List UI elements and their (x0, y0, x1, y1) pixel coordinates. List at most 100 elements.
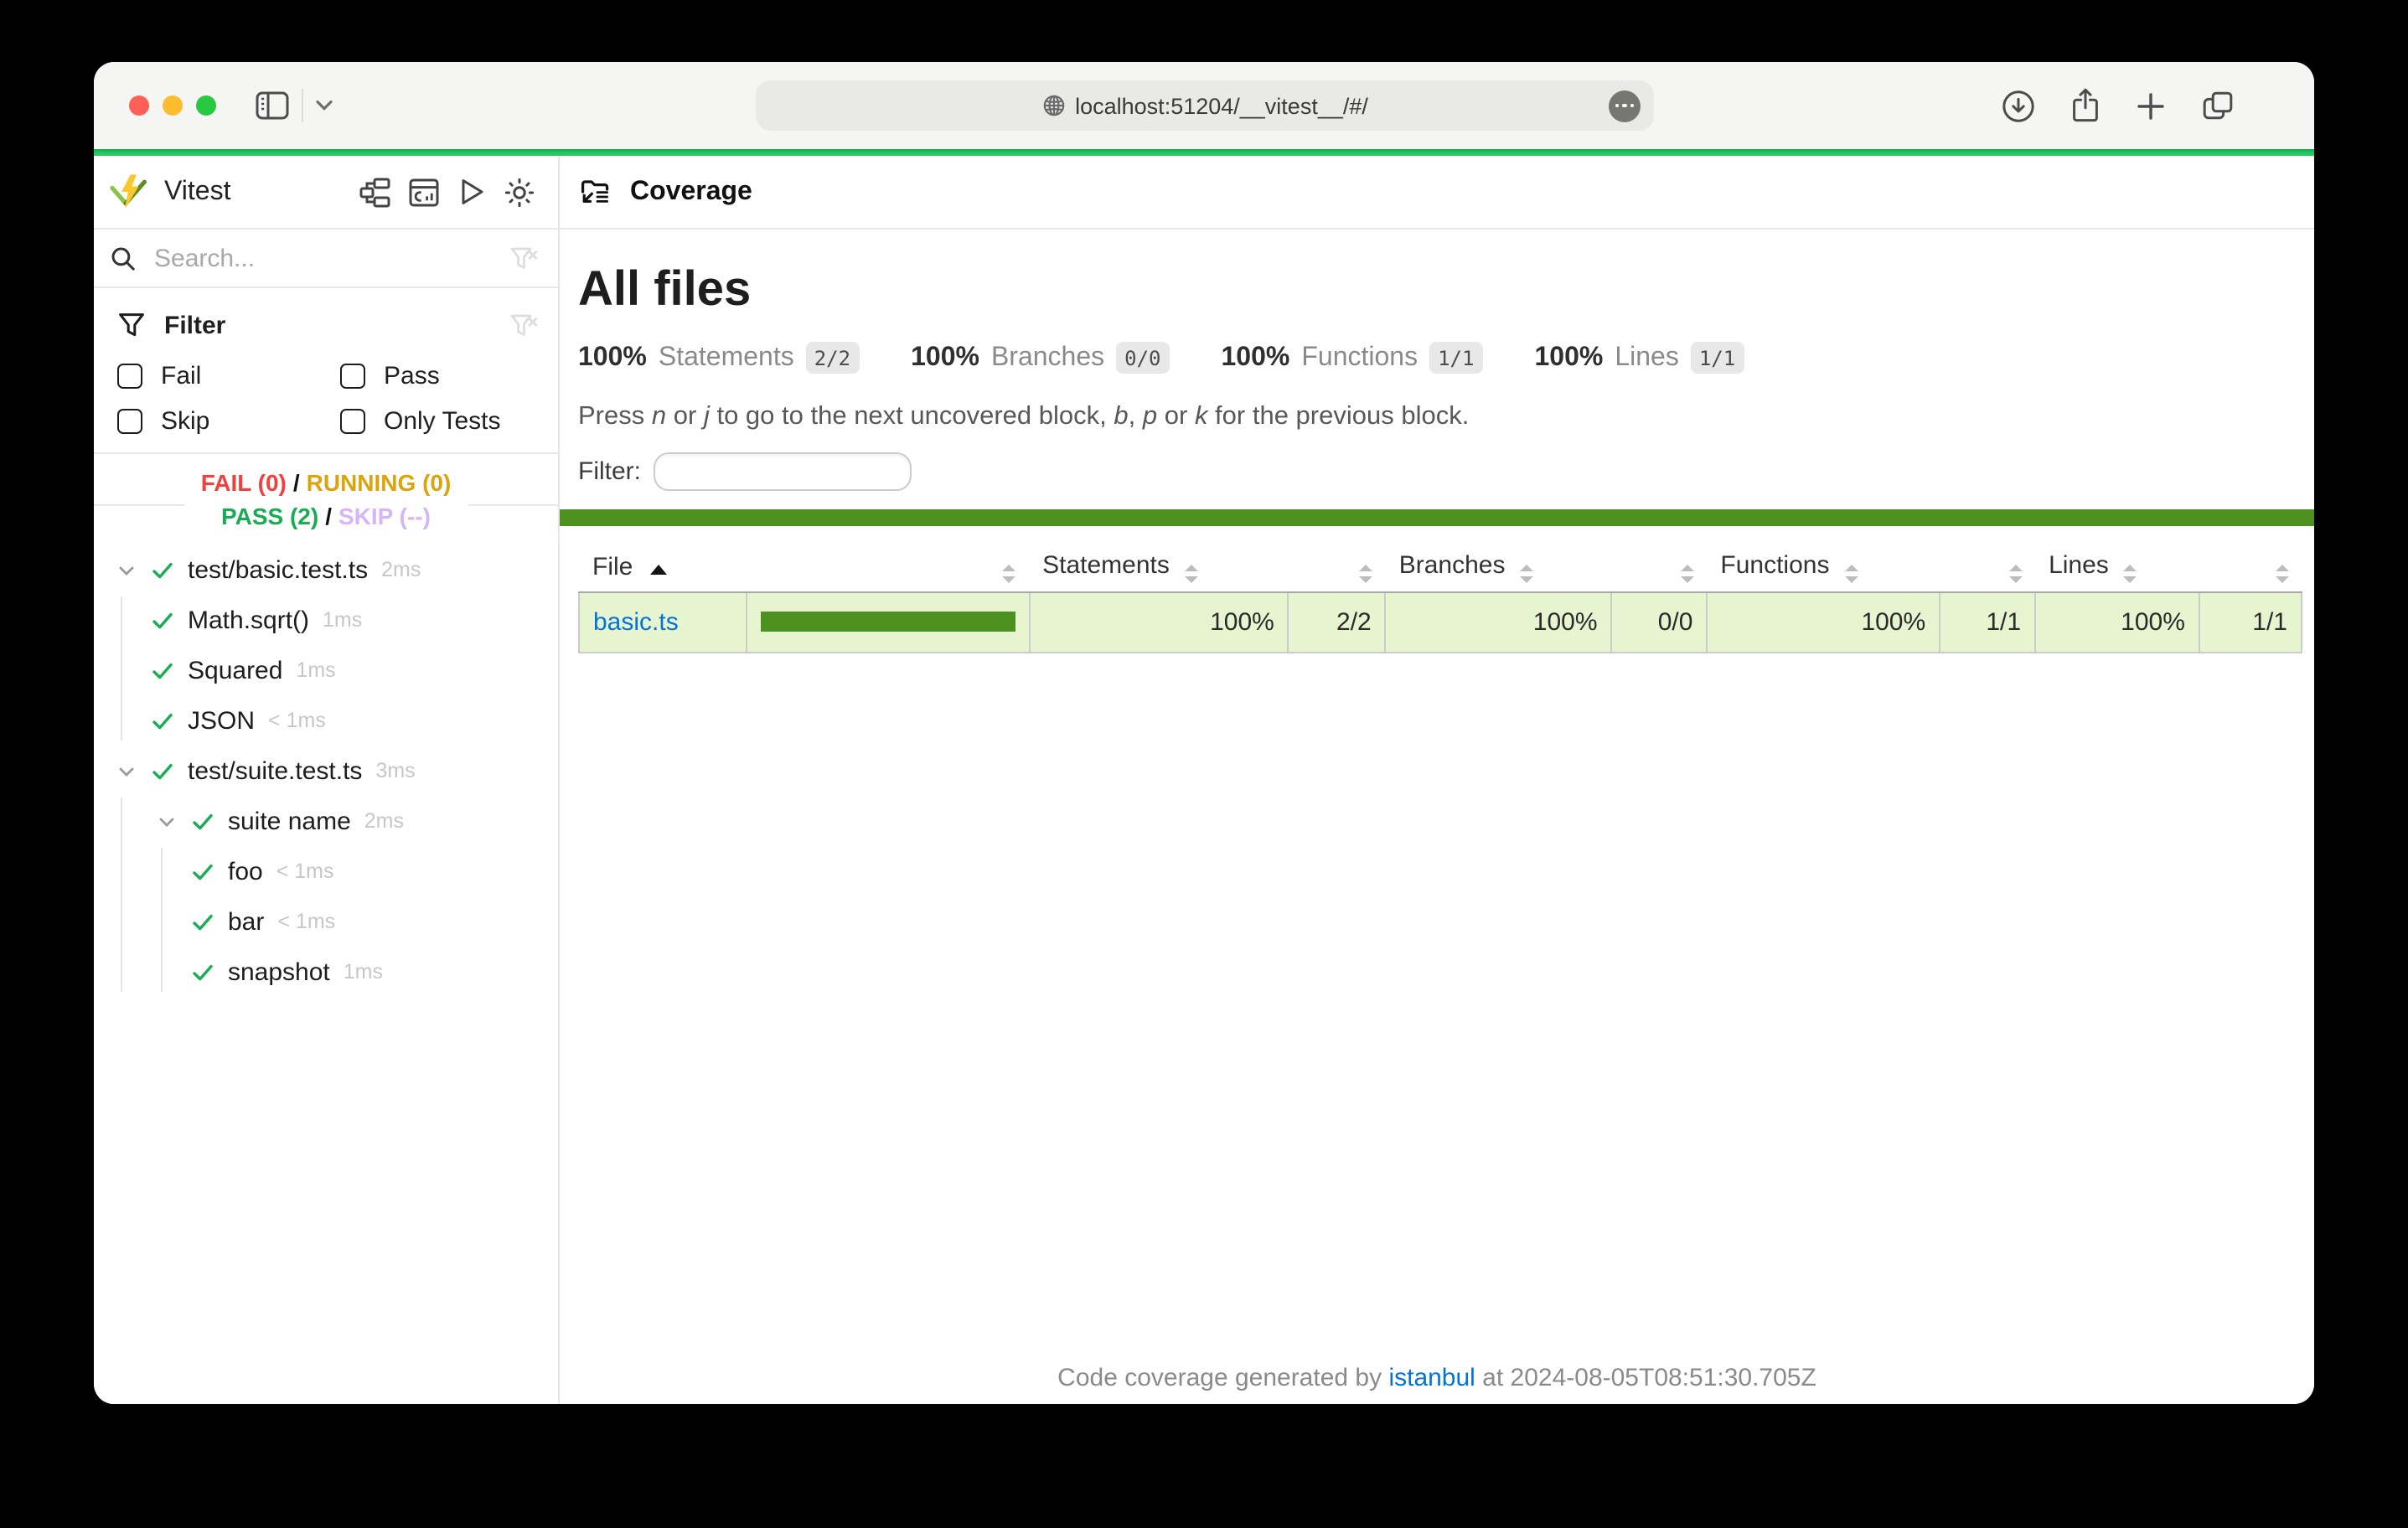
tree-item-duration: 3ms (375, 759, 415, 782)
tree-item-label: test/basic.test.ts (188, 555, 368, 584)
share-icon[interactable] (2070, 87, 2101, 124)
tree-item-file[interactable]: test/suite.test.ts 3ms (94, 746, 558, 796)
checkbox-icon (117, 409, 142, 434)
column-header-file[interactable]: File (579, 543, 747, 591)
stat-percentage: 100% (911, 343, 979, 373)
column-header-branches-fraction[interactable] (1612, 543, 1708, 591)
test-progress-bar (94, 149, 2314, 156)
tree-item-duration: 2ms (364, 809, 404, 833)
chevron-down-icon[interactable] (156, 810, 178, 832)
search-bar (94, 230, 558, 288)
zoom-window-button[interactable] (196, 96, 216, 116)
table-header-row: File Statements Branches Functions Lines (579, 543, 2302, 591)
lines-fraction-cell: 1/1 (2199, 591, 2302, 652)
keyboard-hint: Press n or j to go to the next uncovered… (578, 402, 2314, 432)
coverage-status-bar (560, 509, 2314, 526)
table-row: basic.ts 100% 2/2 100% 0/0 100% 1/1 100%… (579, 591, 2302, 652)
lines-pct-cell: 100% (2035, 591, 2199, 652)
column-header-lines[interactable]: Lines (2035, 543, 2199, 591)
download-icon[interactable] (2001, 88, 2036, 123)
checkbox-label: Fail (161, 362, 201, 390)
search-input[interactable] (151, 242, 496, 274)
vitest-logo-icon (109, 173, 147, 211)
tree-item-test[interactable]: JSON < 1ms (94, 695, 558, 746)
chevron-down-icon[interactable] (315, 99, 333, 112)
stat-fraction-badge: 1/1 (1691, 342, 1744, 374)
statements-fraction-cell: 2/2 (1289, 591, 1386, 652)
more-icon[interactable] (1609, 90, 1641, 121)
istanbul-link[interactable]: istanbul (1388, 1364, 1475, 1392)
coverage-bar-cell (747, 591, 1029, 652)
column-header-branches[interactable]: Branches (1386, 543, 1612, 591)
column-header-statements[interactable]: Statements (1029, 543, 1289, 591)
check-icon (151, 609, 174, 631)
stat-percentage: 100% (1222, 343, 1290, 373)
column-header-lines-fraction[interactable] (2199, 543, 2302, 591)
globe-icon (1041, 94, 1065, 117)
close-window-button[interactable] (129, 96, 149, 116)
tree-item-duration: 1ms (296, 658, 335, 682)
filter-checkbox-only-tests[interactable]: Only Tests (340, 407, 538, 436)
filter-title: Filter (164, 311, 225, 339)
sort-asc-icon (649, 565, 666, 575)
vitest-sidebar: Vitest (94, 156, 560, 1404)
column-header-bar[interactable] (747, 543, 1029, 591)
tree-guide-line (121, 798, 122, 992)
clear-search-filter-icon[interactable] (509, 245, 538, 271)
funnel-icon (117, 312, 146, 338)
filter-label: Filter: (578, 457, 641, 486)
stat-fraction-badge: 0/0 (1116, 342, 1169, 374)
column-header-statements-fraction[interactable] (1289, 543, 1386, 591)
pass-count: PASS (2) (221, 502, 318, 529)
statements-pct-cell: 100% (1029, 591, 1289, 652)
new-tab-icon[interactable] (2135, 90, 2167, 121)
address-bar[interactable]: localhost:51204/__vitest__/#/ (756, 80, 1654, 131)
sidebar-toggle-icon[interactable] (255, 90, 290, 121)
checkbox-icon (340, 409, 365, 434)
column-header-functions-fraction[interactable] (1940, 543, 2035, 591)
tree-view-icon[interactable] (359, 175, 392, 209)
dashboard-icon[interactable] (407, 175, 441, 209)
stat-fraction-badge: 2/2 (806, 342, 859, 374)
tree-item-suite[interactable]: suite name 2ms (94, 796, 558, 846)
coverage-filter-input[interactable] (653, 452, 911, 491)
chevron-down-icon[interactable] (116, 559, 137, 581)
skip-count: SKIP (--) (338, 502, 431, 529)
branches-fraction-cell: 0/0 (1612, 591, 1708, 652)
checkbox-label: Pass (384, 362, 440, 390)
check-icon (151, 659, 174, 681)
chevron-down-icon[interactable] (116, 760, 137, 782)
run-all-icon[interactable] (456, 175, 488, 209)
stat-statements: 100% Statements 2/2 (578, 342, 859, 374)
tree-item-test[interactable]: bar < 1ms (94, 896, 558, 947)
stat-label: Functions (1301, 343, 1418, 373)
tabs-overview-icon[interactable] (2200, 88, 2235, 123)
tree-item-test[interactable]: Math.sqrt() 1ms (94, 595, 558, 645)
branches-pct-cell: 100% (1386, 591, 1612, 652)
file-link[interactable]: basic.ts (593, 607, 679, 636)
sorter-icon (1680, 565, 1693, 582)
tree-item-test[interactable]: snapshot 1ms (94, 947, 558, 997)
search-icon (109, 244, 137, 272)
browser-toolbar: localhost:51204/__vitest__/#/ (94, 62, 2314, 149)
tree-item-test[interactable]: foo < 1ms (94, 846, 558, 896)
test-run-summary: FAIL (0)/RUNNING (0) PASS (2)/SKIP (--) (94, 454, 558, 543)
sorter-icon (1845, 565, 1858, 582)
file-cell: basic.ts (579, 591, 747, 652)
theme-toggle-icon[interactable] (503, 175, 536, 209)
clear-filter-icon[interactable] (509, 312, 538, 338)
column-header-functions[interactable]: Functions (1707, 543, 1940, 591)
tree-item-test[interactable]: Squared 1ms (94, 645, 558, 695)
test-tree: test/basic.test.ts 2ms Math.sqrt() 1ms S… (94, 543, 558, 997)
tree-item-file[interactable]: test/basic.test.ts 2ms (94, 545, 558, 595)
filter-checkbox-fail[interactable]: Fail (117, 362, 340, 390)
sorter-icon (2008, 565, 2022, 582)
filter-section: Filter Fail Pass (94, 288, 558, 454)
filter-checkbox-skip[interactable]: Skip (117, 407, 340, 436)
check-icon (191, 911, 214, 932)
stat-label: Branches (991, 343, 1104, 373)
separator: / (325, 502, 332, 529)
filter-checkbox-pass[interactable]: Pass (340, 362, 538, 390)
stat-percentage: 100% (578, 343, 647, 373)
minimize-window-button[interactable] (163, 96, 183, 116)
